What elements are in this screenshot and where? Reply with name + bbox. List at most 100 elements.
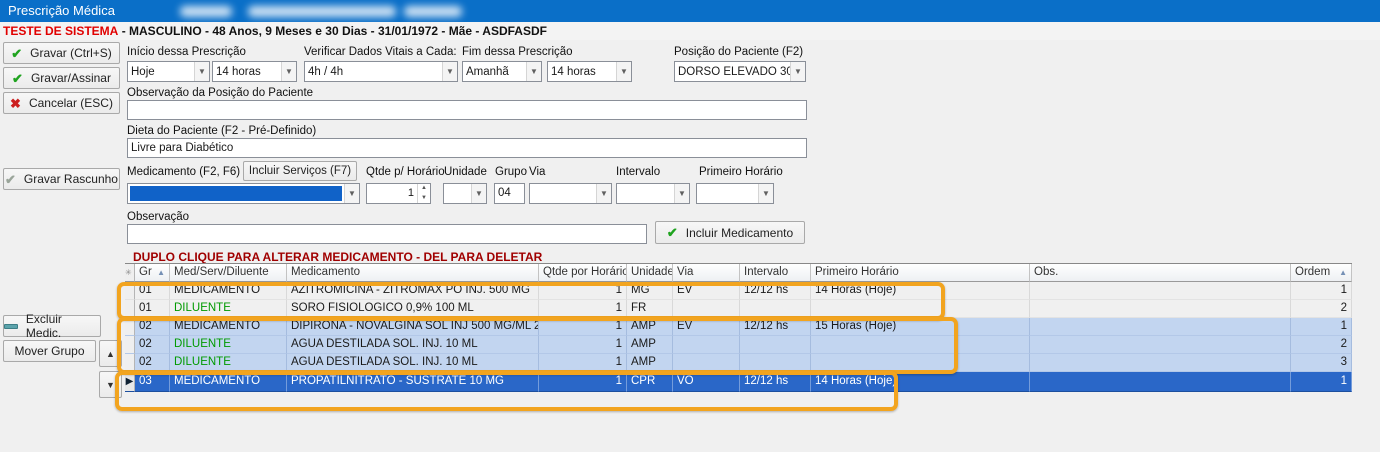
row-selector-cell: [125, 300, 135, 318]
vitals-interval-select[interactable]: 4h / 4h ▼: [304, 61, 458, 82]
start-day-select[interactable]: Hoje ▼: [127, 61, 210, 82]
include-medication-button[interactable]: ✔ Incluir Medicamento: [655, 221, 805, 244]
position-note-input[interactable]: [127, 100, 807, 120]
delete-medication-button[interactable]: Excluir Medic.: [3, 315, 101, 337]
cell-obs: [1030, 372, 1291, 392]
patient-position-value: DORSO ELEVADO 30 G: [675, 66, 790, 78]
end-time-select[interactable]: 14 horas ▼: [547, 61, 632, 82]
medication-value: [130, 186, 342, 201]
row-selector-icon: ▶: [125, 372, 135, 392]
cell-medicamento: AGUA DESTILADA SOL. INJ. 10 ML: [287, 336, 539, 354]
cancel-button-label: Cancelar (ESC): [29, 96, 113, 110]
chevron-down-icon[interactable]: ▼: [344, 184, 359, 203]
patient-position-select[interactable]: DORSO ELEVADO 30 G ▼: [674, 61, 806, 82]
route-select[interactable]: ▼: [529, 183, 612, 204]
chevron-down-icon[interactable]: ▼: [674, 184, 689, 203]
column-header-qtde[interactable]: Qtde por Horário: [539, 264, 627, 282]
column-header-gr[interactable]: Gr▲: [135, 264, 170, 282]
cell-via: [673, 354, 740, 372]
chevron-down-icon[interactable]: ▼: [596, 184, 611, 203]
cell-unidade: FR: [627, 300, 673, 318]
qty-per-time-stepper[interactable]: 1 ▲▼: [366, 183, 431, 204]
cell-gr: 01: [135, 282, 170, 300]
first-time-select[interactable]: ▼: [696, 183, 774, 204]
cell-qtde: 1: [539, 318, 627, 336]
chevron-down-icon[interactable]: ▼: [281, 62, 296, 81]
cell-ordem: 2: [1291, 300, 1352, 318]
cancel-button[interactable]: ✖ Cancelar (ESC): [3, 92, 120, 114]
end-day-select[interactable]: Amanhã ▼: [462, 61, 542, 82]
position-note-label: Observação da Posição do Paciente: [127, 87, 313, 99]
unit-label: Unidade: [444, 166, 487, 178]
cell-ordem: 1: [1291, 282, 1352, 300]
start-time-select[interactable]: 14 horas ▼: [212, 61, 297, 82]
cell-qtde: 1: [539, 354, 627, 372]
chevron-down-icon[interactable]: ▼: [442, 62, 457, 81]
save-button[interactable]: ✔ Gravar (Ctrl+S): [3, 42, 120, 64]
grid-row-5[interactable]: 02DILUENTEAGUA DESTILADA SOL. INJ. 10 ML…: [125, 354, 1352, 372]
grid-hint-text: DUPLO CLIQUE PARA ALTERAR MEDICAMENTO - …: [133, 250, 542, 264]
column-header-primeiro[interactable]: Primeiro Horário: [811, 264, 1030, 282]
cell-primeiro-horario: [811, 354, 1030, 372]
cell-via: [673, 300, 740, 318]
cell-via: VO: [673, 372, 740, 392]
patient-position-label: Posição do Paciente (F2): [674, 46, 803, 58]
chevron-down-icon[interactable]: ▼: [471, 184, 486, 203]
column-header-intervalo[interactable]: Intervalo: [740, 264, 811, 282]
unit-select[interactable]: ▼: [443, 183, 487, 204]
sort-asc-icon: ▲: [1339, 264, 1347, 281]
cell-unidade: AMP: [627, 336, 673, 354]
chevron-down-icon[interactable]: ▼: [616, 62, 631, 81]
cell-tipo: DILUENTE: [170, 300, 287, 318]
move-group-up-button[interactable]: ▲: [99, 340, 122, 367]
cell-tipo: MEDICAMENTO: [170, 372, 287, 392]
diet-input[interactable]: Livre para Diabético: [127, 138, 807, 158]
medication-select[interactable]: ▼: [127, 183, 360, 204]
chevron-down-icon[interactable]: ▼: [758, 184, 773, 203]
group-input[interactable]: 04: [494, 183, 525, 204]
include-medication-label: Incluir Medicamento: [686, 226, 793, 240]
patient-details: - MASCULINO - 48 Anos, 9 Meses e 30 Dias…: [118, 24, 547, 38]
check-gray-icon: ✔: [5, 173, 16, 186]
cell-intervalo: [740, 300, 811, 318]
grid-row-2[interactable]: 01DILUENTESORO FISIOLOGICO 0,9% 100 ML1F…: [125, 300, 1352, 318]
include-services-button[interactable]: Incluir Serviços (F7): [243, 161, 357, 181]
cell-qtde: 1: [539, 300, 627, 318]
cell-unidade: AMP: [627, 318, 673, 336]
column-header-obs[interactable]: Obs.: [1030, 264, 1291, 282]
group-label: Grupo: [495, 166, 527, 178]
cell-gr: 02: [135, 336, 170, 354]
qty-value: 1: [367, 184, 417, 203]
grid-row-1[interactable]: 01MEDICAMENTOAZITROMICINA - ZITROMAX PO …: [125, 282, 1352, 300]
column-header-medicamento[interactable]: Medicamento: [287, 264, 539, 282]
cell-primeiro-horario: 14 Horas (Hoje): [811, 282, 1030, 300]
check-icon: ✔: [11, 47, 22, 60]
move-group-button[interactable]: Mover Grupo: [3, 340, 96, 362]
save-sign-button[interactable]: ✔ Gravar/Assinar: [3, 67, 120, 89]
start-time-value: 14 horas: [213, 66, 281, 78]
chevron-down-icon[interactable]: ▼: [526, 62, 541, 81]
select-all-icon[interactable]: ✳: [125, 264, 135, 282]
column-header-ordem[interactable]: Ordem▲: [1291, 264, 1352, 282]
stepper-arrows[interactable]: ▲▼: [417, 184, 430, 203]
row-selector-cell: [125, 336, 135, 354]
stepper-down-icon[interactable]: ▼: [418, 194, 430, 204]
cell-unidade: AMP: [627, 354, 673, 372]
cell-obs: [1030, 336, 1291, 354]
chevron-down-icon[interactable]: ▼: [790, 62, 805, 81]
column-header-tipo[interactable]: Med/Serv/Diluente: [170, 264, 287, 282]
grid-row-3[interactable]: 02MEDICAMENTODIPIRONA - NOVALGINA SOL IN…: [125, 318, 1352, 336]
chevron-down-icon[interactable]: ▼: [194, 62, 209, 81]
column-header-unidade[interactable]: Unidade: [627, 264, 673, 282]
stepper-up-icon[interactable]: ▲: [418, 184, 430, 194]
grid-row-4[interactable]: 02DILUENTEAGUA DESTILADA SOL. INJ. 10 ML…: [125, 336, 1352, 354]
column-header-via[interactable]: Via: [673, 264, 740, 282]
interval-select[interactable]: ▼: [616, 183, 690, 204]
grid-row-6[interactable]: ▶03MEDICAMENTOPROPATILNITRATO - SUSTRATE…: [125, 372, 1352, 392]
move-group-down-button[interactable]: ▼: [99, 371, 122, 398]
cell-via: EV: [673, 282, 740, 300]
start-day-value: Hoje: [128, 66, 194, 78]
cell-intervalo: [740, 354, 811, 372]
note-input[interactable]: [127, 224, 647, 244]
save-draft-button[interactable]: ✔ Gravar Rascunho: [3, 168, 120, 190]
